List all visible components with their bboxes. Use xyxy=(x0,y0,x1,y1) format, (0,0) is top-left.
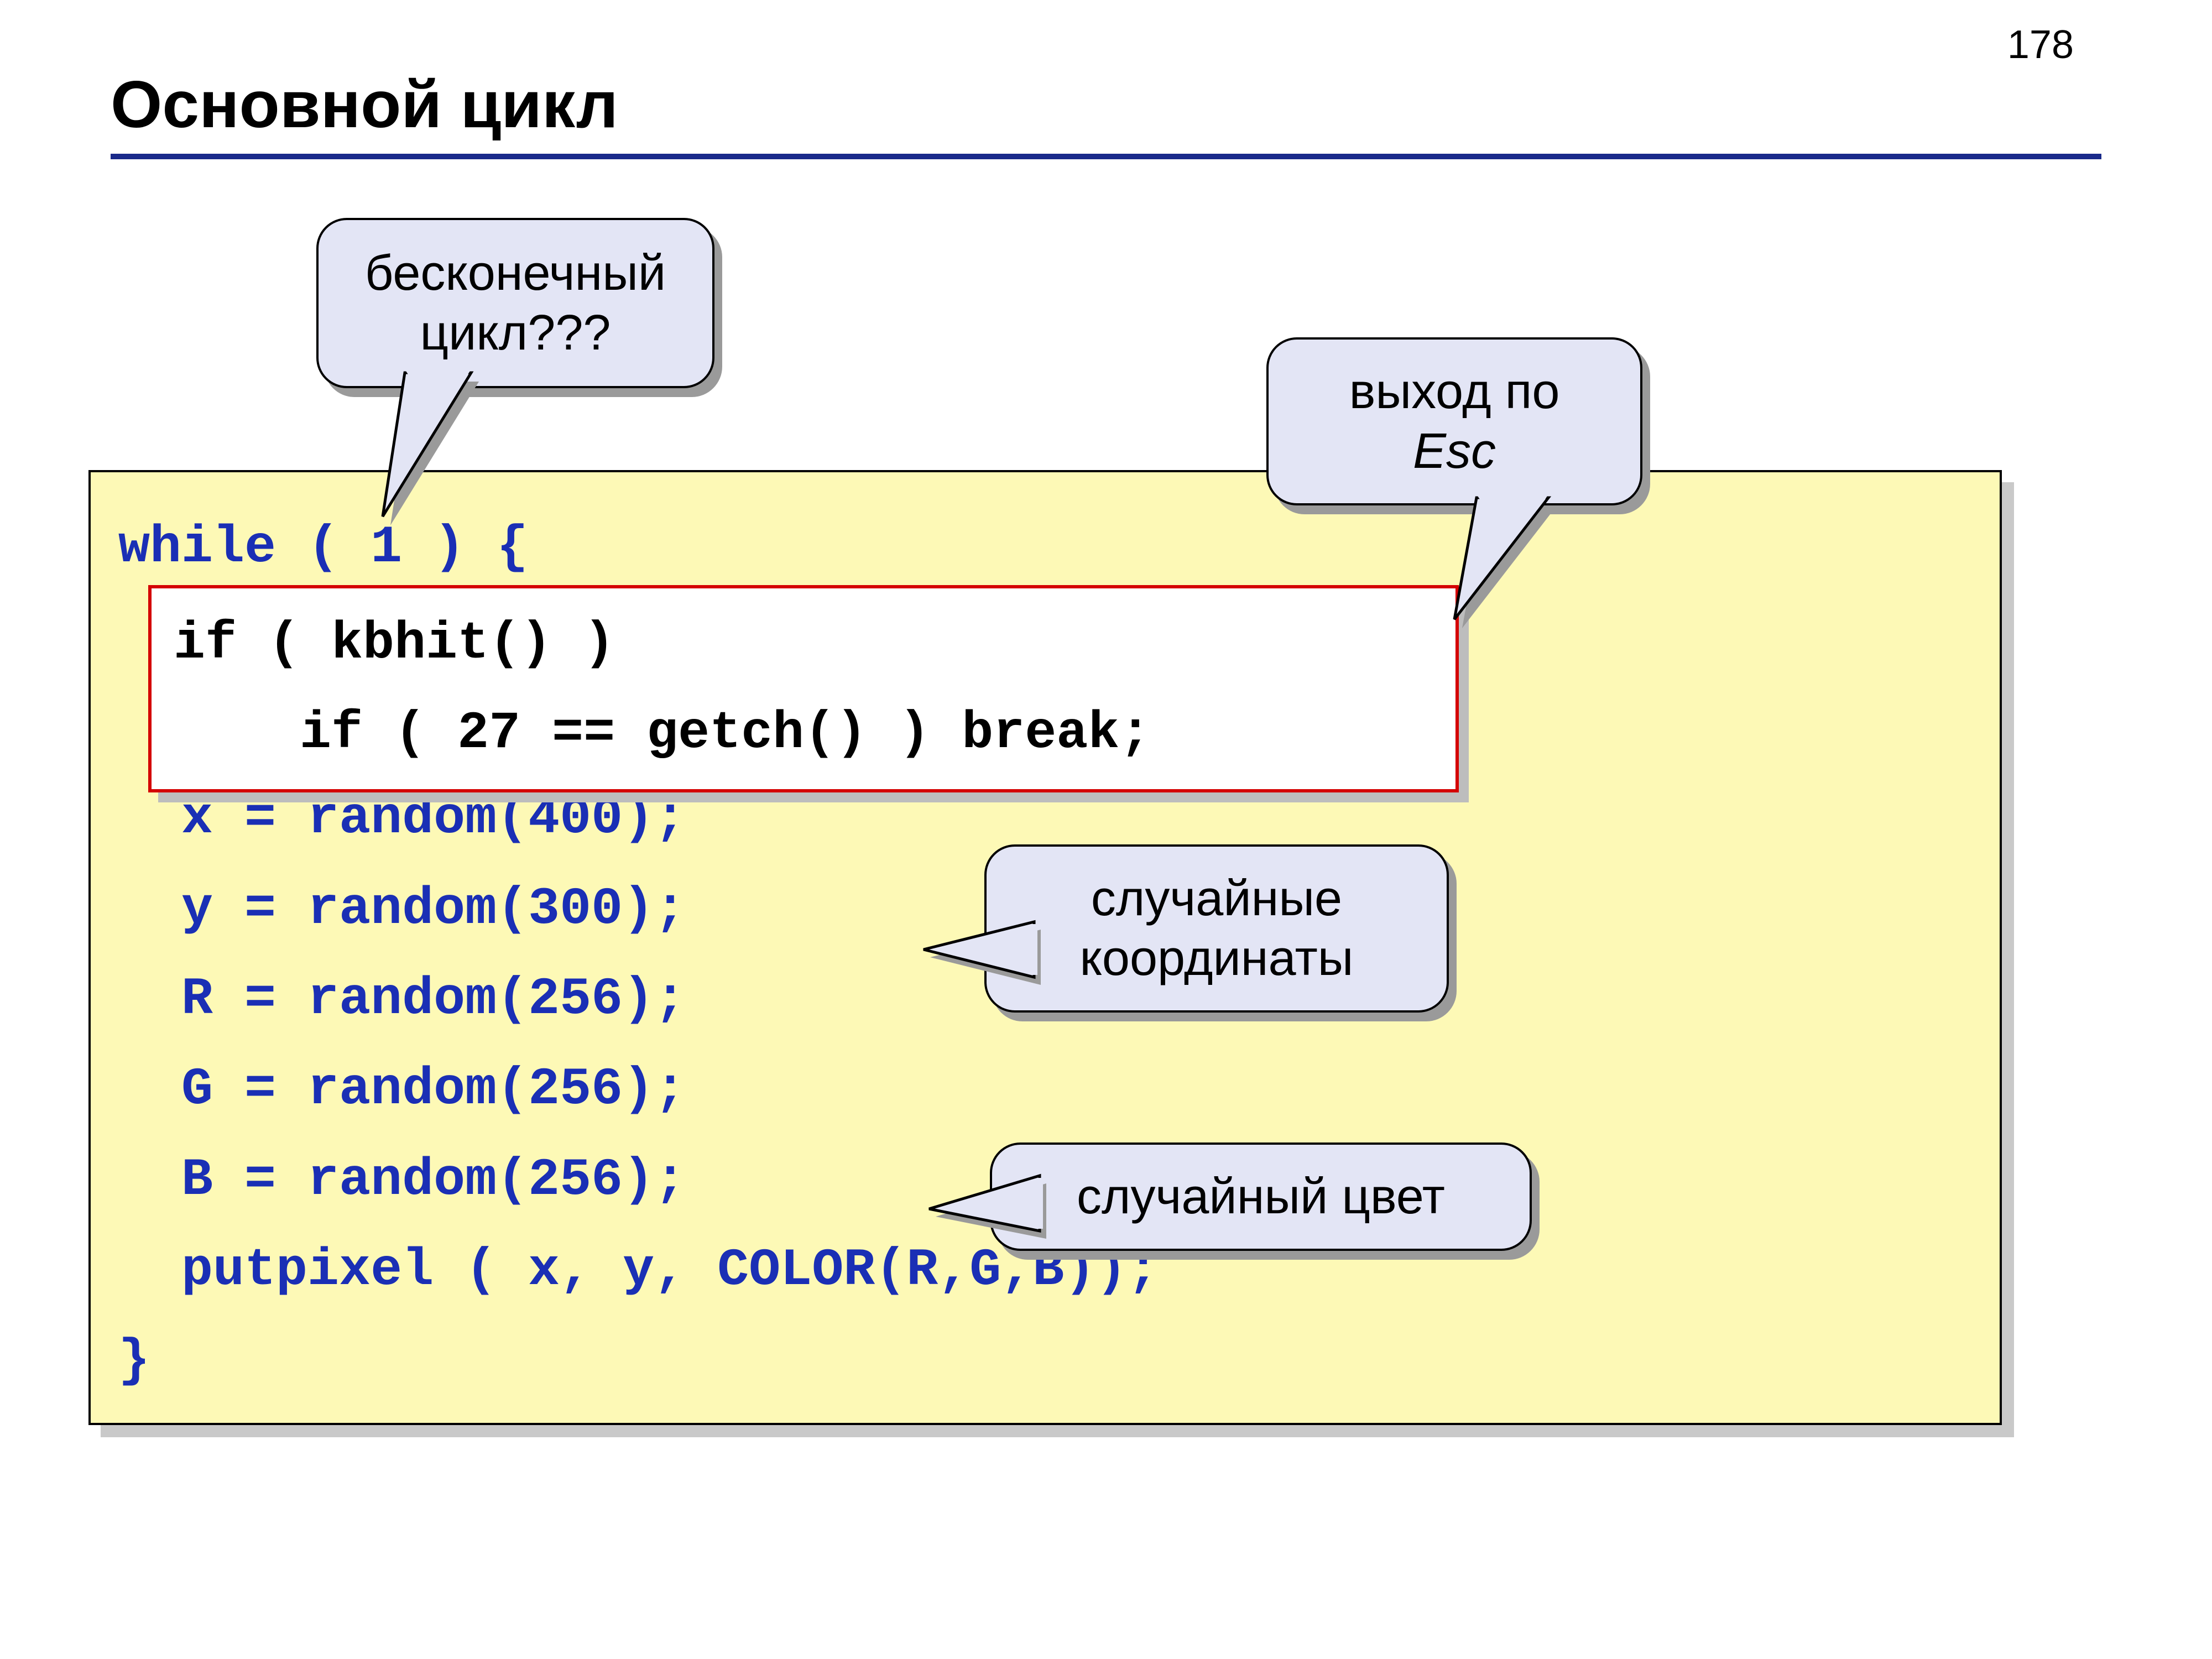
callout-bubble: выход по Esc xyxy=(1266,337,1642,505)
callout-random-color: случайный цвет xyxy=(990,1142,1532,1251)
callout-bubble: случайные координаты xyxy=(984,844,1449,1013)
inner-highlight-box: if ( kbhit() ) if ( 27 == getch() ) brea… xyxy=(148,585,1459,792)
callout-exit-esc: выход по Esc xyxy=(1266,337,1642,505)
callout-text: бесконечный цикл??? xyxy=(365,246,666,361)
callout-random-coords: случайные координаты xyxy=(984,844,1449,1013)
slide: 178 Основной цикл while ( 1 ) { x = rand… xyxy=(0,0,2212,1659)
title-underline xyxy=(111,154,2101,159)
callout-tail-icon xyxy=(924,911,1034,988)
page-number: 178 xyxy=(2007,22,2074,67)
callout-text-line2: Esc xyxy=(1413,424,1496,479)
callout-text: случайный цвет xyxy=(1077,1169,1445,1224)
code-inner: if ( kbhit() ) if ( 27 == getch() ) brea… xyxy=(174,614,1151,763)
callout-bubble: бесконечный цикл??? xyxy=(316,218,714,388)
callout-text-line1: выход по xyxy=(1349,364,1560,419)
code-line-while: while ( 1 ) { xyxy=(118,518,528,577)
callout-tail-icon xyxy=(929,1165,1040,1253)
slide-title: Основной цикл xyxy=(111,66,2101,143)
callout-tail-icon xyxy=(383,373,526,517)
callout-tail-icon xyxy=(1443,498,1576,619)
callout-text: случайные координаты xyxy=(1080,871,1354,986)
callout-bubble: случайный цвет xyxy=(990,1142,1532,1251)
inner-highlight-container: if ( kbhit() ) if ( 27 == getch() ) brea… xyxy=(148,585,1459,792)
callout-infinite-loop: бесконечный цикл??? xyxy=(316,218,714,388)
